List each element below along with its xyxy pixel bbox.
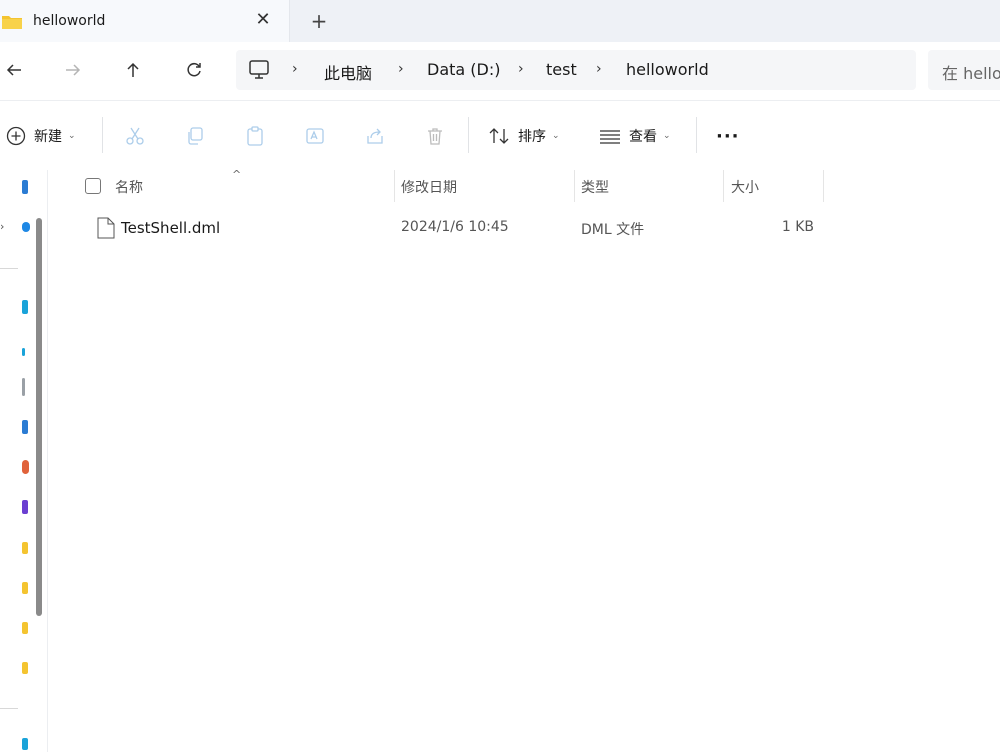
tab-strip: helloworld ✕ + (0, 0, 1000, 42)
rename-icon (306, 128, 324, 144)
back-button[interactable] (0, 56, 28, 84)
share-icon (367, 128, 383, 144)
view-label: 查看 (629, 129, 657, 145)
more-icon: ··· (716, 125, 740, 147)
share-button[interactable] (365, 101, 385, 171)
folder-icon[interactable] (22, 622, 28, 634)
divider (468, 117, 469, 153)
column-divider[interactable] (723, 170, 724, 202)
paste-button[interactable] (245, 101, 265, 171)
chevron-right-icon[interactable]: › (0, 220, 4, 233)
breadcrumb-separator[interactable]: › (292, 61, 298, 77)
scrollbar-thumb[interactable] (36, 218, 42, 616)
folder-icon (2, 16, 22, 29)
new-tab-button[interactable]: + (306, 9, 332, 35)
copy-icon (188, 127, 203, 145)
divider (102, 117, 103, 153)
videos-icon[interactable] (22, 500, 28, 514)
forward-button[interactable] (59, 56, 87, 84)
arrow-right-icon (66, 64, 81, 76)
breadcrumb-data-drive[interactable]: Data (D:) (427, 60, 500, 79)
more-options-button[interactable]: ··· (716, 101, 740, 171)
file-row[interactable]: TestShell.dml 2024/1/6 10:45 DML 文件 1 KB (49, 212, 1000, 244)
column-divider[interactable] (574, 170, 575, 202)
pictures-icon[interactable] (22, 420, 28, 434)
rename-button[interactable] (305, 101, 325, 171)
navigation-pane: › (0, 170, 48, 752)
scissors-icon (126, 127, 144, 145)
navigation-bar: › 此电脑 › Data (D:) › test › helloworld 在 … (0, 42, 1000, 100)
file-type: DML 文件 (581, 222, 645, 238)
file-size: 1 KB (781, 219, 814, 235)
column-header-size[interactable]: 大小 (731, 177, 759, 209)
chevron-down-icon: ⌄ (663, 131, 671, 141)
column-divider[interactable] (823, 170, 824, 202)
folder-icon[interactable] (22, 662, 28, 674)
divider (0, 268, 18, 269)
divider (696, 117, 697, 153)
breadcrumb-separator[interactable]: › (596, 61, 602, 77)
chevron-down-icon: ⌄ (552, 131, 560, 141)
breadcrumb-helloworld[interactable]: helloworld (626, 60, 709, 79)
desktop-icon[interactable] (22, 300, 28, 314)
this-pc-icon (249, 60, 269, 79)
sort-icon (489, 128, 509, 144)
copy-button[interactable] (185, 101, 205, 171)
select-all-checkbox[interactable] (85, 178, 101, 194)
tab-helloworld[interactable]: helloworld ✕ (0, 0, 290, 42)
file-list: ^ 名称 修改日期 类型 大小 TestShell.dml 2024/1/6 1… (49, 168, 1000, 752)
onedrive-icon[interactable] (22, 222, 30, 232)
nav-item-icon[interactable] (22, 738, 28, 750)
chevron-down-icon: ⌄ (68, 131, 76, 141)
file-icon (97, 217, 115, 239)
column-header-type[interactable]: 类型 (581, 177, 609, 209)
sort-button[interactable]: 排序 ⌄ (488, 101, 560, 171)
file-date: 2024/1/6 10:45 (401, 219, 509, 235)
plus-circle-icon (6, 126, 26, 146)
up-button[interactable] (119, 56, 147, 84)
breadcrumb-separator[interactable]: › (518, 61, 524, 77)
command-bar: 新建 ⌄ 排序 ⌄ 查看 ⌄ ··· (0, 100, 1000, 170)
column-header-date[interactable]: 修改日期 (401, 177, 457, 209)
view-button[interactable]: 查看 ⌄ (599, 101, 671, 171)
search-box[interactable]: 在 hello (928, 50, 1000, 90)
refresh-button[interactable] (180, 56, 208, 84)
tab-title: helloworld (33, 13, 106, 29)
refresh-icon (187, 62, 201, 77)
documents-icon[interactable] (22, 378, 25, 396)
divider (0, 708, 18, 709)
music-icon[interactable] (22, 460, 29, 474)
sort-label: 排序 (518, 129, 546, 145)
clipboard-icon (247, 126, 263, 146)
nav-item-icon[interactable] (22, 180, 28, 194)
arrow-up-icon (127, 62, 139, 77)
column-header-name[interactable]: 名称 (115, 177, 143, 209)
close-tab-icon[interactable]: ✕ (253, 10, 273, 30)
downloads-icon[interactable] (22, 348, 25, 356)
delete-button[interactable] (425, 101, 445, 171)
search-placeholder: 在 hello (942, 64, 1000, 83)
cut-button[interactable] (125, 101, 145, 171)
folder-icon[interactable] (22, 542, 28, 554)
new-label: 新建 (34, 129, 62, 145)
breadcrumb-this-pc[interactable]: 此电脑 (324, 60, 372, 84)
address-bar[interactable]: › 此电脑 › Data (D:) › test › helloworld (236, 50, 916, 90)
view-list-icon (600, 130, 620, 144)
folder-icon[interactable] (22, 582, 28, 594)
arrow-left-icon (6, 64, 21, 76)
breadcrumb-separator[interactable]: › (398, 61, 404, 77)
breadcrumb-test[interactable]: test (546, 60, 577, 79)
column-divider[interactable] (394, 170, 395, 202)
new-button[interactable]: 新建 ⌄ (6, 101, 76, 171)
file-name: TestShell.dml (121, 219, 221, 237)
sort-up-icon: ^ (232, 168, 242, 181)
trash-icon (428, 128, 442, 145)
